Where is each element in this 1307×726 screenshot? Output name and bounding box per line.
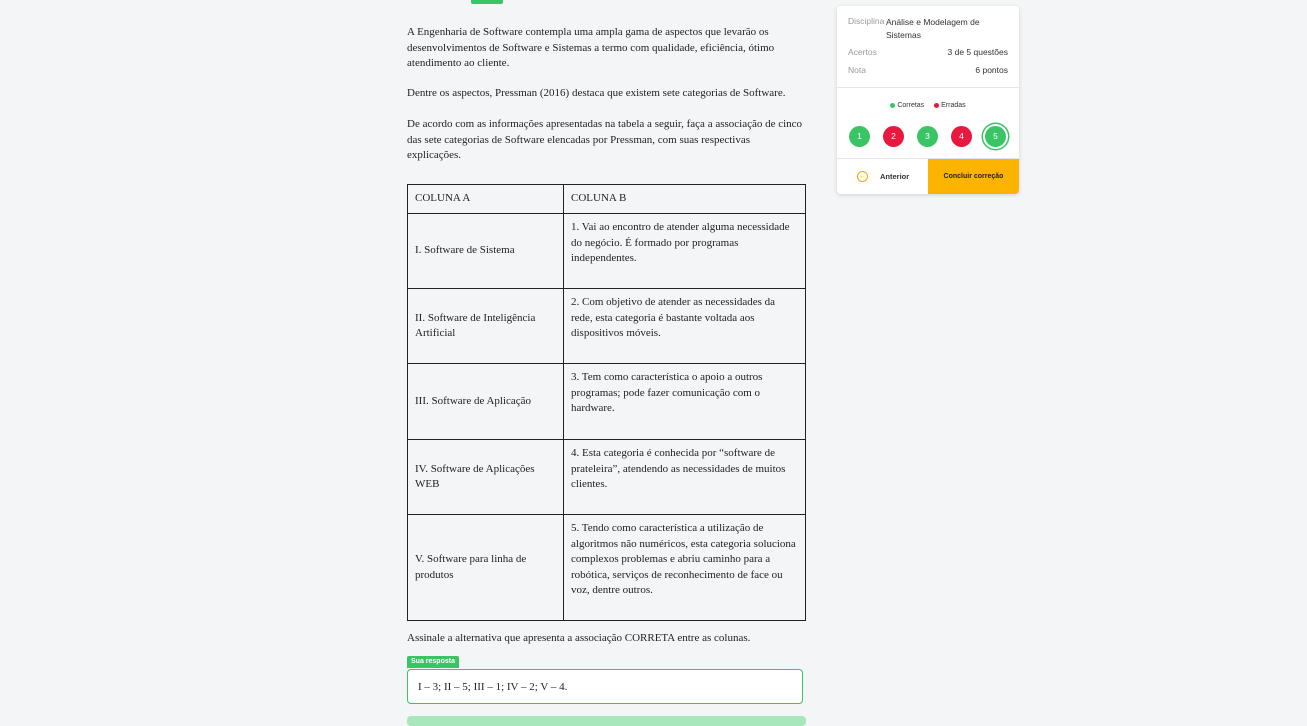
your-answer-tag: Sua resposta — [407, 656, 459, 668]
legend-correct-label: Corretas — [897, 102, 925, 109]
answer-option-correct[interactable] — [407, 716, 806, 726]
question-number-2[interactable]: 2 — [883, 126, 904, 147]
question-instruction: Assinale a alternativa que apresenta a a… — [407, 632, 751, 644]
legend-wrong: Erradas — [934, 102, 966, 109]
legend-wrong-label: Erradas — [941, 102, 966, 109]
question-number-3[interactable]: 3 — [917, 126, 938, 147]
question-number-5[interactable]: 5 — [985, 126, 1006, 147]
previous-button[interactable]: ← Anterior — [837, 159, 928, 194]
question-number-1[interactable]: 1 — [849, 126, 870, 147]
table-cell-col-a: II. Software de Inteligência Artificial — [407, 288, 564, 364]
results-legend: Corretas Erradas — [837, 102, 1019, 109]
previous-button-label: Anterior — [880, 172, 910, 181]
discipline-label: Disciplina — [848, 16, 885, 26]
categories-table: COLUNA A COLUNA B I. Software de Sistema… — [407, 184, 806, 621]
table-cell-col-a: V. Software para linha de produtos — [407, 514, 564, 621]
grade-label: Nota — [848, 65, 866, 75]
table-cell-col-b: 3. Tem como característica o apoio a out… — [563, 363, 806, 440]
question-status-badge — [471, 0, 503, 4]
table-cell-col-a: III. Software de Aplicação — [407, 363, 564, 440]
table-row: II. Software de Inteligência Artificial … — [407, 288, 806, 364]
discipline-value: Análise e Modelagem de Sistemas — [886, 17, 980, 40]
table-cell-col-b: 5. Tendo como característica a utilizaçã… — [563, 514, 806, 621]
table-header-col-b: COLUNA B — [563, 184, 806, 214]
discipline-row: Disciplina Análise e Modelagem de Sistem… — [848, 16, 1008, 42]
hits-value: 3 de 5 questões — [947, 47, 1009, 57]
arrow-left-circle-icon: ← — [857, 171, 868, 182]
table-row: III. Software de Aplicação 3. Tem como c… — [407, 363, 806, 440]
table-header-row: COLUNA A COLUNA B — [407, 184, 806, 214]
grade-value: 6 pontos — [975, 65, 1008, 75]
table-row: I. Software de Sistema 1. Vai ao encontr… — [407, 213, 806, 289]
summary-divider — [837, 87, 1019, 88]
question-number-4[interactable]: 4 — [951, 126, 972, 147]
finish-correction-button[interactable]: Concluir correção — [928, 159, 1019, 194]
hits-label: Acertos — [848, 47, 877, 57]
summary-card: Disciplina Análise e Modelagem de Sistem… — [837, 6, 1019, 194]
table-cell-col-b: 2. Com objetivo de atender as necessidad… — [563, 288, 806, 364]
question-paragraph-1: A Engenharia de Software contempla uma a… — [407, 26, 775, 69]
table-row: V. Software para linha de produtos 5. Te… — [407, 514, 806, 621]
table-cell-col-b: 4. Esta categoria é conhecida por “softw… — [563, 439, 806, 515]
question-paragraph-2: Dentre os aspectos, Pressman (2016) dest… — [407, 87, 786, 99]
table-cell-col-a: I. Software de Sistema — [407, 213, 564, 289]
question-paragraph-3: De acordo com as informações apresentada… — [407, 118, 803, 161]
legend-correct: Corretas — [890, 102, 924, 109]
question-navigator: 1 2 3 4 5 — [849, 126, 1009, 148]
table-header-col-a: COLUNA A — [407, 184, 564, 214]
wrong-dot-icon — [934, 102, 940, 108]
answer-option-selected[interactable]: I – 3; II – 5; III – 1; IV – 2; V – 4. — [407, 669, 803, 704]
correct-dot-icon — [890, 102, 896, 108]
table-row: IV. Software de Aplicações WEB 4. Esta c… — [407, 439, 806, 515]
table-cell-col-b: 1. Vai ao encontro de atender alguma nec… — [563, 213, 806, 289]
table-cell-col-a: IV. Software de Aplicações WEB — [407, 439, 564, 515]
